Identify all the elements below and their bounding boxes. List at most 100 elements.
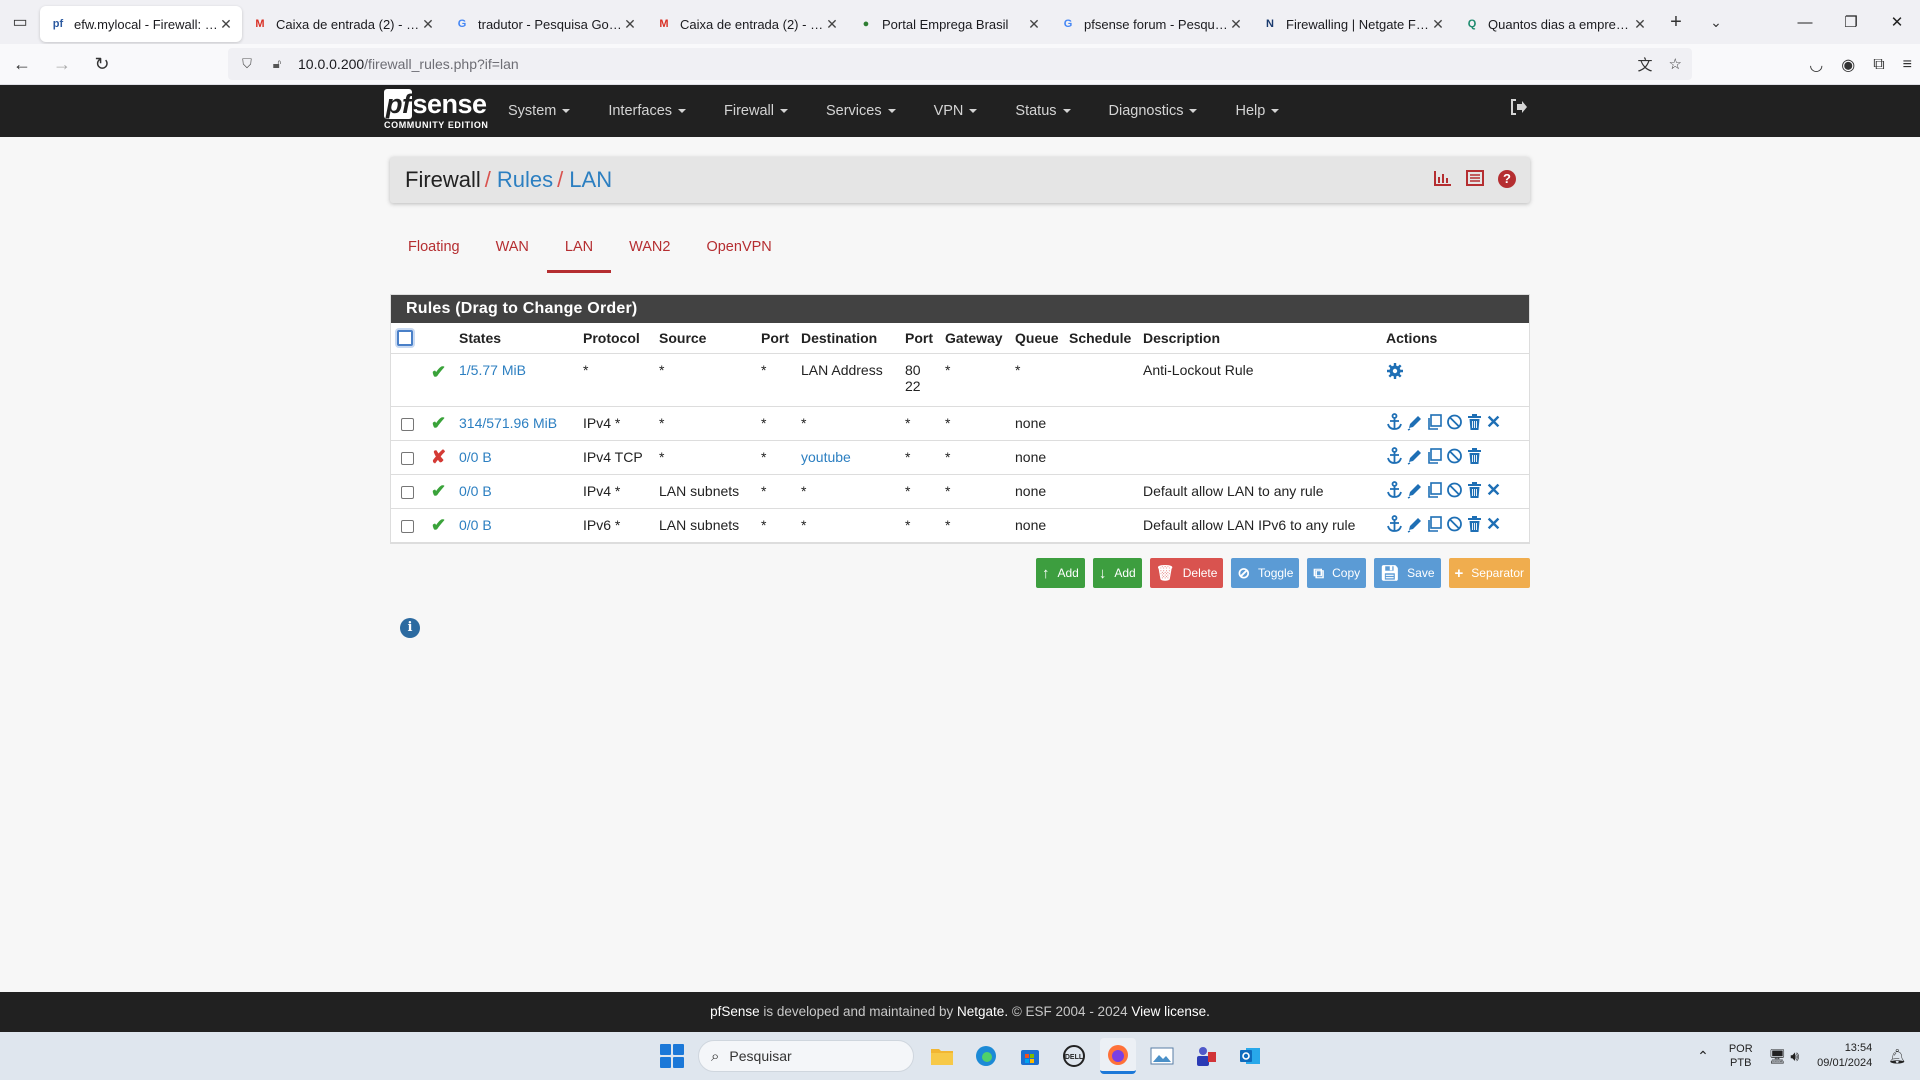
disable-ban-icon[interactable] (1446, 413, 1463, 431)
tab-close-icon[interactable]: ✕ (1632, 16, 1648, 33)
menu-system[interactable]: System (508, 85, 571, 137)
notification-bell-icon[interactable]: 🔔︎ (1888, 1048, 1906, 1065)
edge-icon[interactable] (968, 1038, 1004, 1074)
states-link[interactable]: 0/0 B (459, 449, 492, 465)
firefox-icon[interactable] (1100, 1038, 1136, 1074)
tab-close-icon[interactable]: ✕ (622, 16, 638, 33)
menu-diagnostics[interactable]: Diagnostics (1109, 85, 1198, 137)
edit-pencil-icon[interactable] (1406, 413, 1423, 431)
status-graph-icon[interactable] (1434, 170, 1452, 191)
extensions-icon[interactable]: ⧉ (1873, 56, 1884, 74)
file-explorer-icon[interactable] (924, 1038, 960, 1074)
delete-button[interactable]: 🗑︎ Delete (1149, 558, 1224, 588)
copy-rule-icon[interactable] (1426, 447, 1443, 465)
table-row[interactable]: ✔ 0/0 B IPv4 * LAN subnets * * * * none Default a… (391, 474, 1529, 509)
browser-tab[interactable]: ● Portal Emprega Brasil ✕ (848, 6, 1050, 42)
states-link[interactable]: 0/0 B (459, 517, 492, 533)
copy-rule-icon[interactable] (1426, 413, 1443, 431)
delete-trash-icon[interactable] (1466, 413, 1483, 431)
rule-checkbox[interactable] (401, 519, 414, 533)
teams-icon[interactable] (1188, 1038, 1224, 1074)
states-link[interactable]: 314/571.96 MiB (459, 415, 557, 431)
rule-checkbox[interactable] (401, 451, 414, 465)
separator-button[interactable]: + Separator (1448, 558, 1530, 588)
outlook-icon[interactable] (1232, 1038, 1268, 1074)
log-list-icon[interactable] (1466, 170, 1484, 191)
pass-check-icon[interactable]: ✔ (431, 481, 446, 501)
pass-check-icon[interactable]: ✔ (431, 362, 446, 382)
windows-start-icon[interactable] (660, 1044, 684, 1068)
browser-tab[interactable]: M Caixa de entrada (2) - cdplt ✕ (646, 6, 848, 42)
tab-close-icon[interactable]: ✕ (1430, 16, 1446, 33)
menu-firewall[interactable]: Firewall (724, 85, 788, 137)
pocket-icon[interactable]: ◡ (1809, 55, 1823, 75)
tab-close-icon[interactable]: ✕ (1228, 16, 1244, 33)
edit-pencil-icon[interactable] (1406, 515, 1423, 533)
settings-gear-icon[interactable] (1386, 362, 1404, 384)
store-icon[interactable] (1012, 1038, 1048, 1074)
destination-alias-link[interactable]: youtube (801, 449, 851, 465)
forward-icon[interactable]: → (44, 48, 80, 80)
footer-netgate-link[interactable]: Netgate. (957, 1004, 1008, 1019)
save-button[interactable]: 💾︎ Save (1374, 558, 1441, 588)
disable-ban-icon[interactable] (1446, 447, 1463, 465)
taskbar-search-input[interactable]: ⌕ Pesquisar (698, 1040, 914, 1072)
delete-x-icon[interactable]: ✕ (1486, 481, 1501, 499)
translate-icon[interactable]: 文 (1638, 54, 1653, 75)
close-window-icon[interactable]: ✕ (1874, 0, 1920, 44)
add-rule-bottom-button[interactable]: ↓ Add (1092, 558, 1142, 588)
copy-rule-icon[interactable] (1426, 481, 1443, 499)
table-row[interactable]: ✘ 0/0 B IPv4 TCP * * youtube * * none (391, 440, 1529, 475)
network-volume-icons[interactable]: 🖥︎ 🔊︎ (1769, 1048, 1799, 1065)
tab-close-icon[interactable]: ✕ (824, 16, 840, 33)
table-row[interactable]: ✔ 314/571.96 MiB IPv4 * * * * * * none ✕ (391, 406, 1529, 441)
pass-check-icon[interactable]: ✔ (431, 413, 446, 433)
disable-ban-icon[interactable] (1446, 515, 1463, 533)
pfsense-logo[interactable]: pfsense COMMUNITY EDITION (384, 89, 489, 131)
tab-close-icon[interactable]: ✕ (218, 16, 234, 33)
pass-check-icon[interactable]: ✔ (431, 515, 446, 535)
browser-tab[interactable]: N Firewalling | Netgate Forum ✕ (1252, 6, 1454, 42)
menu-icon[interactable]: ≡ (1903, 56, 1912, 74)
browser-tab[interactable]: Q Quantos dias a empresa tem✕ (1454, 6, 1656, 42)
tab-openvpn[interactable]: OpenVPN (688, 233, 789, 273)
new-tab-button[interactable]: + (1656, 11, 1696, 34)
tab-list-icon[interactable]: ▭ (0, 0, 40, 44)
logout-icon[interactable] (1510, 99, 1528, 120)
toggle-button[interactable]: ⊘ Toggle (1231, 558, 1300, 588)
minimize-icon[interactable]: — (1782, 0, 1828, 44)
info-icon[interactable]: i (400, 618, 420, 638)
table-row[interactable]: ✔ 1/5.77 MiB * * * LAN Address 80 22 * * Anti-Lock… (391, 353, 1529, 407)
browser-tab[interactable]: M Caixa de entrada (2) - cdplt ✕ (242, 6, 444, 42)
url-bar[interactable]: ⛉ 🔓︎ 10.0.0.200/firewall_rules.php?if=la… (228, 48, 1692, 80)
delete-trash-icon[interactable] (1466, 481, 1483, 499)
tab-close-icon[interactable]: ✕ (420, 16, 436, 33)
delete-trash-icon[interactable] (1466, 447, 1483, 465)
anchor-icon[interactable] (1386, 446, 1403, 465)
tab-overflow-chevron-icon[interactable]: ⌄ (1696, 14, 1736, 31)
rule-checkbox[interactable] (401, 485, 414, 499)
menu-help[interactable]: Help (1235, 85, 1280, 137)
disable-ban-icon[interactable] (1446, 481, 1463, 499)
edit-pencil-icon[interactable] (1406, 481, 1423, 499)
table-row[interactable]: ✔ 0/0 B IPv6 * LAN subnets * * * * none Default a… (391, 508, 1529, 543)
browser-tab[interactable]: pf efw.mylocal - Firewall: Rules: LAN✕ (40, 6, 242, 42)
browser-tab[interactable]: Gpfsense forum - Pesquisa Google✕ (1050, 6, 1252, 42)
edit-pencil-icon[interactable] (1406, 447, 1423, 465)
browser-tab[interactable]: Gtradutor - Pesquisa Google ✕ (444, 6, 646, 42)
delete-x-icon[interactable]: ✕ (1486, 515, 1501, 533)
rule-checkbox[interactable] (401, 417, 414, 431)
back-icon[interactable]: ← (4, 48, 40, 80)
bookmark-star-icon[interactable]: ☆ (1669, 55, 1682, 73)
menu-interfaces[interactable]: Interfaces (608, 85, 687, 137)
anchor-icon[interactable] (1386, 480, 1403, 499)
tray-overflow-chevron-icon[interactable]: ⌃ (1697, 1048, 1709, 1065)
states-link[interactable]: 0/0 B (459, 483, 492, 499)
anchor-icon[interactable] (1386, 412, 1403, 431)
delete-trash-icon[interactable] (1466, 515, 1483, 533)
anchor-icon[interactable] (1386, 514, 1403, 533)
shield-icon[interactable]: ⛉ (236, 56, 258, 72)
restore-icon[interactable]: ❐ (1828, 0, 1874, 44)
menu-vpn[interactable]: VPN (934, 85, 978, 137)
language-indicator[interactable]: POR PTB (1729, 1042, 1753, 1070)
